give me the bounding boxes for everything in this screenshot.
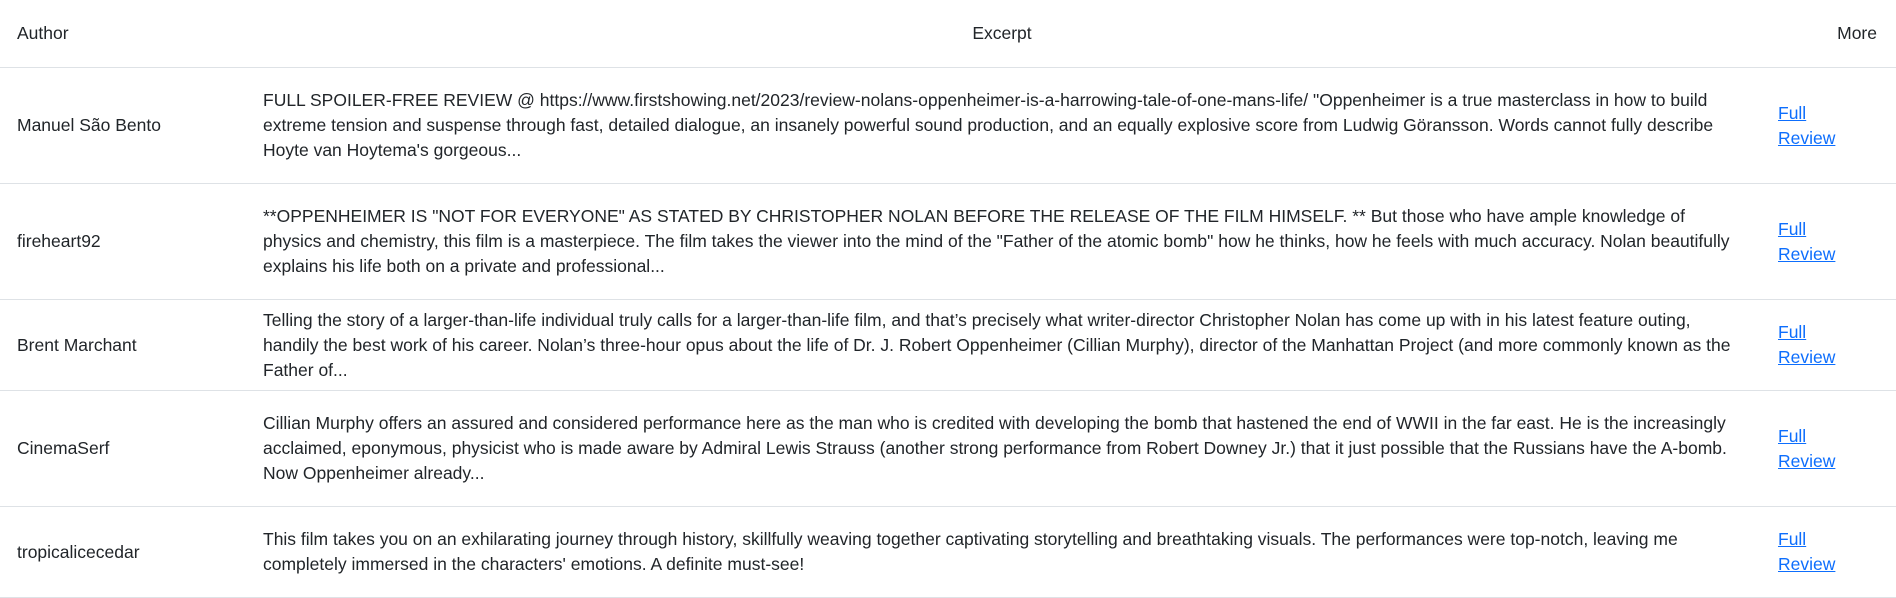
review-author: CinemaSerf [0, 390, 246, 507]
more-cell: Full Review [1758, 390, 1896, 507]
author-column-header: Author [0, 0, 246, 68]
review-author: fireheart92 [0, 183, 246, 300]
reviews-table: Author Excerpt More Manuel São Bento FUL… [0, 0, 1896, 598]
full-review-link[interactable]: Full Review [1778, 217, 1848, 267]
table-body: Manuel São Bento FULL SPOILER-FREE REVIE… [0, 67, 1896, 598]
more-cell: Full Review [1758, 183, 1896, 300]
review-excerpt: This film takes you on an exhilarating j… [246, 506, 1758, 598]
table-row: tropicalicecedar This film takes you on … [0, 506, 1896, 598]
more-cell: Full Review [1758, 299, 1896, 391]
header-row: Author Excerpt More [0, 0, 1896, 68]
full-review-link[interactable]: Full Review [1778, 424, 1848, 474]
review-excerpt: Cillian Murphy offers an assured and con… [246, 390, 1758, 507]
more-cell: Full Review [1758, 506, 1896, 598]
review-excerpt: Telling the story of a larger-than-life … [246, 299, 1758, 391]
full-review-link[interactable]: Full Review [1778, 527, 1848, 577]
review-author: Brent Marchant [0, 299, 246, 391]
full-review-link[interactable]: Full Review [1778, 320, 1848, 370]
more-cell: Full Review [1758, 67, 1896, 184]
table-row: Brent Marchant Telling the story of a la… [0, 299, 1896, 391]
review-author: Manuel São Bento [0, 67, 246, 184]
review-excerpt: **OPPENHEIMER IS "NOT FOR EVERYONE" AS S… [246, 183, 1758, 300]
full-review-link[interactable]: Full Review [1778, 101, 1848, 151]
review-excerpt: FULL SPOILER-FREE REVIEW @ https://www.f… [246, 67, 1758, 184]
table-row: fireheart92 **OPPENHEIMER IS "NOT FOR EV… [0, 183, 1896, 300]
review-author: tropicalicecedar [0, 506, 246, 598]
table-row: Manuel São Bento FULL SPOILER-FREE REVIE… [0, 67, 1896, 184]
table-header: Author Excerpt More [0, 0, 1896, 68]
excerpt-column-header: Excerpt [246, 0, 1758, 68]
table-row: CinemaSerf Cillian Murphy offers an assu… [0, 390, 1896, 507]
more-column-header: More [1758, 0, 1896, 68]
